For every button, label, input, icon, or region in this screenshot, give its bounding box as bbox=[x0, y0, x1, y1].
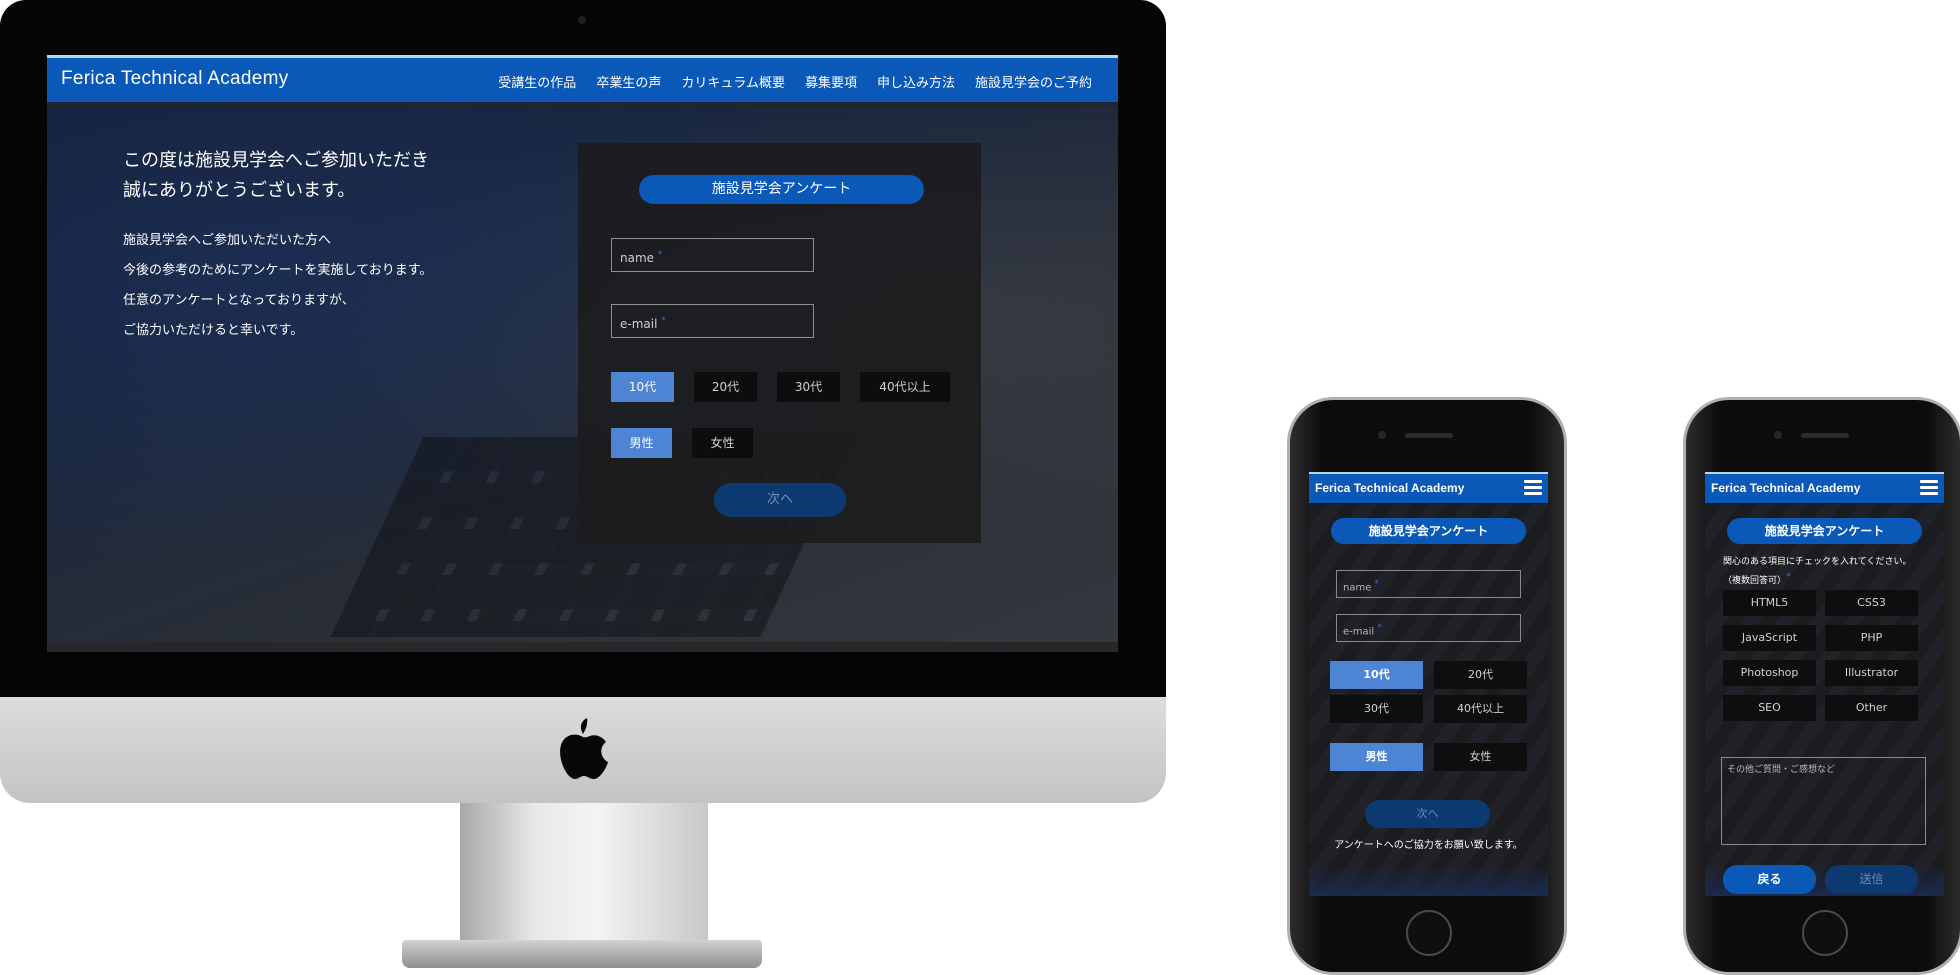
nav-link-curriculum[interactable]: カリキュラム概要 bbox=[681, 72, 785, 91]
hamburger-menu-icon[interactable] bbox=[1920, 480, 1938, 495]
phone-header: Ferica Technical Academy bbox=[1309, 472, 1548, 503]
site-brand[interactable]: Ferica Technical Academy bbox=[61, 68, 289, 90]
required-mark: * bbox=[1377, 623, 1382, 633]
interest-question: 関心のある項目にチェックを入れてください。 （複数回答可）* bbox=[1723, 555, 1911, 589]
age-option-40s-plus[interactable]: 40代以上 bbox=[860, 372, 950, 402]
imac-chin bbox=[0, 697, 1166, 803]
imac-stand bbox=[460, 803, 708, 945]
phone-speaker bbox=[1801, 433, 1849, 438]
interest-option-html5[interactable]: HTML5 bbox=[1723, 590, 1816, 616]
imac-stand-base bbox=[402, 940, 762, 968]
phone-mockup-1: Ferica Technical Academy 施設見学会アンケート name… bbox=[1287, 397, 1567, 975]
camera-icon bbox=[578, 16, 586, 24]
phone-camera-icon bbox=[1774, 431, 1782, 439]
phone-speaker bbox=[1405, 433, 1453, 438]
home-button bbox=[1802, 910, 1848, 956]
required-mark: * bbox=[1786, 572, 1791, 582]
site-brand[interactable]: Ferica Technical Academy bbox=[1711, 481, 1860, 495]
comments-textarea[interactable]: その他ご質問・ご感想など bbox=[1721, 757, 1926, 845]
required-mark: * bbox=[1374, 579, 1380, 589]
multiple-answers-note: （複数回答可） bbox=[1723, 576, 1787, 586]
interest-question-note: （複数回答可）* bbox=[1723, 570, 1911, 589]
interest-option-css3[interactable]: CSS3 bbox=[1825, 590, 1918, 616]
age-option-30s[interactable]: 30代 bbox=[1330, 695, 1423, 723]
hero-title: この度は施設見学会へご参加いただき 誠にありがとうございます。 bbox=[123, 146, 432, 206]
form-title: 施設見学会アンケート bbox=[639, 175, 924, 204]
name-placeholder: name bbox=[1343, 582, 1372, 594]
interest-option-javascript[interactable]: JavaScript bbox=[1723, 625, 1816, 651]
hero-body-line: ご協力いただけると幸いです。 bbox=[123, 323, 304, 338]
interest-option-seo[interactable]: SEO bbox=[1723, 695, 1816, 721]
hero-description: 施設見学会へご参加いただいた方へ 今後の参考のためにアンケートを実施しております… bbox=[123, 226, 432, 346]
back-button[interactable]: 戻る bbox=[1723, 865, 1816, 894]
survey-note: アンケートへのご協力をお願い致します。 bbox=[1334, 840, 1523, 851]
hamburger-menu-icon[interactable] bbox=[1524, 480, 1542, 495]
nav-link-tour-booking[interactable]: 施設見学会のご予約 bbox=[975, 72, 1092, 91]
imac-mockup: Ferica Technical Academy 受講生の作品 卒業生の声 カリ… bbox=[0, 0, 1166, 975]
email-placeholder: e-mail bbox=[620, 317, 658, 331]
nav-link-requirements[interactable]: 募集要項 bbox=[805, 72, 857, 91]
nav-link-testimonials[interactable]: 卒業生の声 bbox=[596, 72, 661, 91]
name-placeholder: name bbox=[620, 251, 655, 265]
interest-option-photoshop[interactable]: Photoshop bbox=[1723, 660, 1816, 686]
site-brand[interactable]: Ferica Technical Academy bbox=[1315, 481, 1464, 495]
form-title: 施設見学会アンケート bbox=[1727, 518, 1922, 544]
apple-logo-icon bbox=[560, 718, 608, 779]
name-input[interactable]: name * bbox=[611, 238, 814, 272]
required-mark: * bbox=[657, 250, 663, 260]
required-mark: * bbox=[661, 316, 666, 326]
nav-link-works[interactable]: 受講生の作品 bbox=[498, 72, 576, 91]
hero-text: この度は施設見学会へご参加いただき 誠にありがとうございます。 施設見学会へご参… bbox=[123, 146, 432, 346]
age-option-20s[interactable]: 20代 bbox=[1434, 661, 1527, 689]
send-button[interactable]: 送信 bbox=[1825, 865, 1918, 894]
home-button bbox=[1406, 910, 1452, 956]
hero-body-line: 任意のアンケートとなっておりますが、 bbox=[123, 293, 355, 308]
phone-1-screen: Ferica Technical Academy 施設見学会アンケート name… bbox=[1309, 472, 1548, 896]
gender-option-male[interactable]: 男性 bbox=[1330, 743, 1423, 771]
age-option-20s[interactable]: 20代 bbox=[694, 372, 757, 402]
desktop-screen: Ferica Technical Academy 受講生の作品 卒業生の声 カリ… bbox=[47, 55, 1118, 652]
age-option-40s-plus[interactable]: 40代以上 bbox=[1434, 695, 1527, 723]
age-option-10s[interactable]: 10代 bbox=[1330, 661, 1423, 689]
comments-placeholder: その他ご質問・ご感想など bbox=[1727, 765, 1836, 775]
email-input[interactable]: e-mail * bbox=[611, 304, 814, 338]
phone-camera-icon bbox=[1378, 431, 1386, 439]
hero-title-line: この度は施設見学会へご参加いただき bbox=[123, 150, 429, 171]
interest-question-line: 関心のある項目にチェックを入れてください。 bbox=[1723, 557, 1912, 567]
phone-2-screen: Ferica Technical Academy 施設見学会アンケート 関心のあ… bbox=[1705, 472, 1944, 896]
gender-option-female[interactable]: 女性 bbox=[692, 428, 753, 458]
survey-form: 施設見学会アンケート name * e-mail * 10代 20代 30代 4… bbox=[578, 143, 981, 543]
interest-option-php[interactable]: PHP bbox=[1825, 625, 1918, 651]
form-title: 施設見学会アンケート bbox=[1331, 518, 1526, 544]
next-button[interactable]: 次へ bbox=[714, 483, 846, 517]
next-button[interactable]: 次へ bbox=[1365, 800, 1490, 828]
gender-option-male[interactable]: 男性 bbox=[611, 428, 672, 458]
age-option-30s[interactable]: 30代 bbox=[777, 372, 840, 402]
screen-bottom-edge bbox=[47, 642, 1118, 652]
hero-body-line: 施設見学会へご参加いただいた方へ bbox=[123, 233, 332, 248]
email-placeholder: e-mail bbox=[1343, 626, 1375, 638]
name-input[interactable]: name * bbox=[1336, 570, 1521, 598]
phone-header: Ferica Technical Academy bbox=[1705, 472, 1944, 503]
site-header: Ferica Technical Academy 受講生の作品 卒業生の声 カリ… bbox=[47, 55, 1118, 102]
gender-option-female[interactable]: 女性 bbox=[1434, 743, 1527, 771]
age-option-10s[interactable]: 10代 bbox=[611, 372, 674, 402]
interest-option-other[interactable]: Other bbox=[1825, 695, 1918, 721]
email-input[interactable]: e-mail * bbox=[1336, 614, 1521, 642]
hero-title-line: 誠にありがとうございます。 bbox=[123, 180, 356, 201]
interest-option-illustrator[interactable]: Illustrator bbox=[1825, 660, 1918, 686]
main-nav: 受講生の作品 卒業生の声 カリキュラム概要 募集要項 申し込み方法 施設見学会の… bbox=[498, 72, 1092, 91]
phone-mockup-2: Ferica Technical Academy 施設見学会アンケート 関心のあ… bbox=[1683, 397, 1960, 975]
hero-body-line: 今後の参考のためにアンケートを実施しております。 bbox=[123, 263, 433, 278]
nav-link-apply[interactable]: 申し込み方法 bbox=[877, 72, 955, 91]
